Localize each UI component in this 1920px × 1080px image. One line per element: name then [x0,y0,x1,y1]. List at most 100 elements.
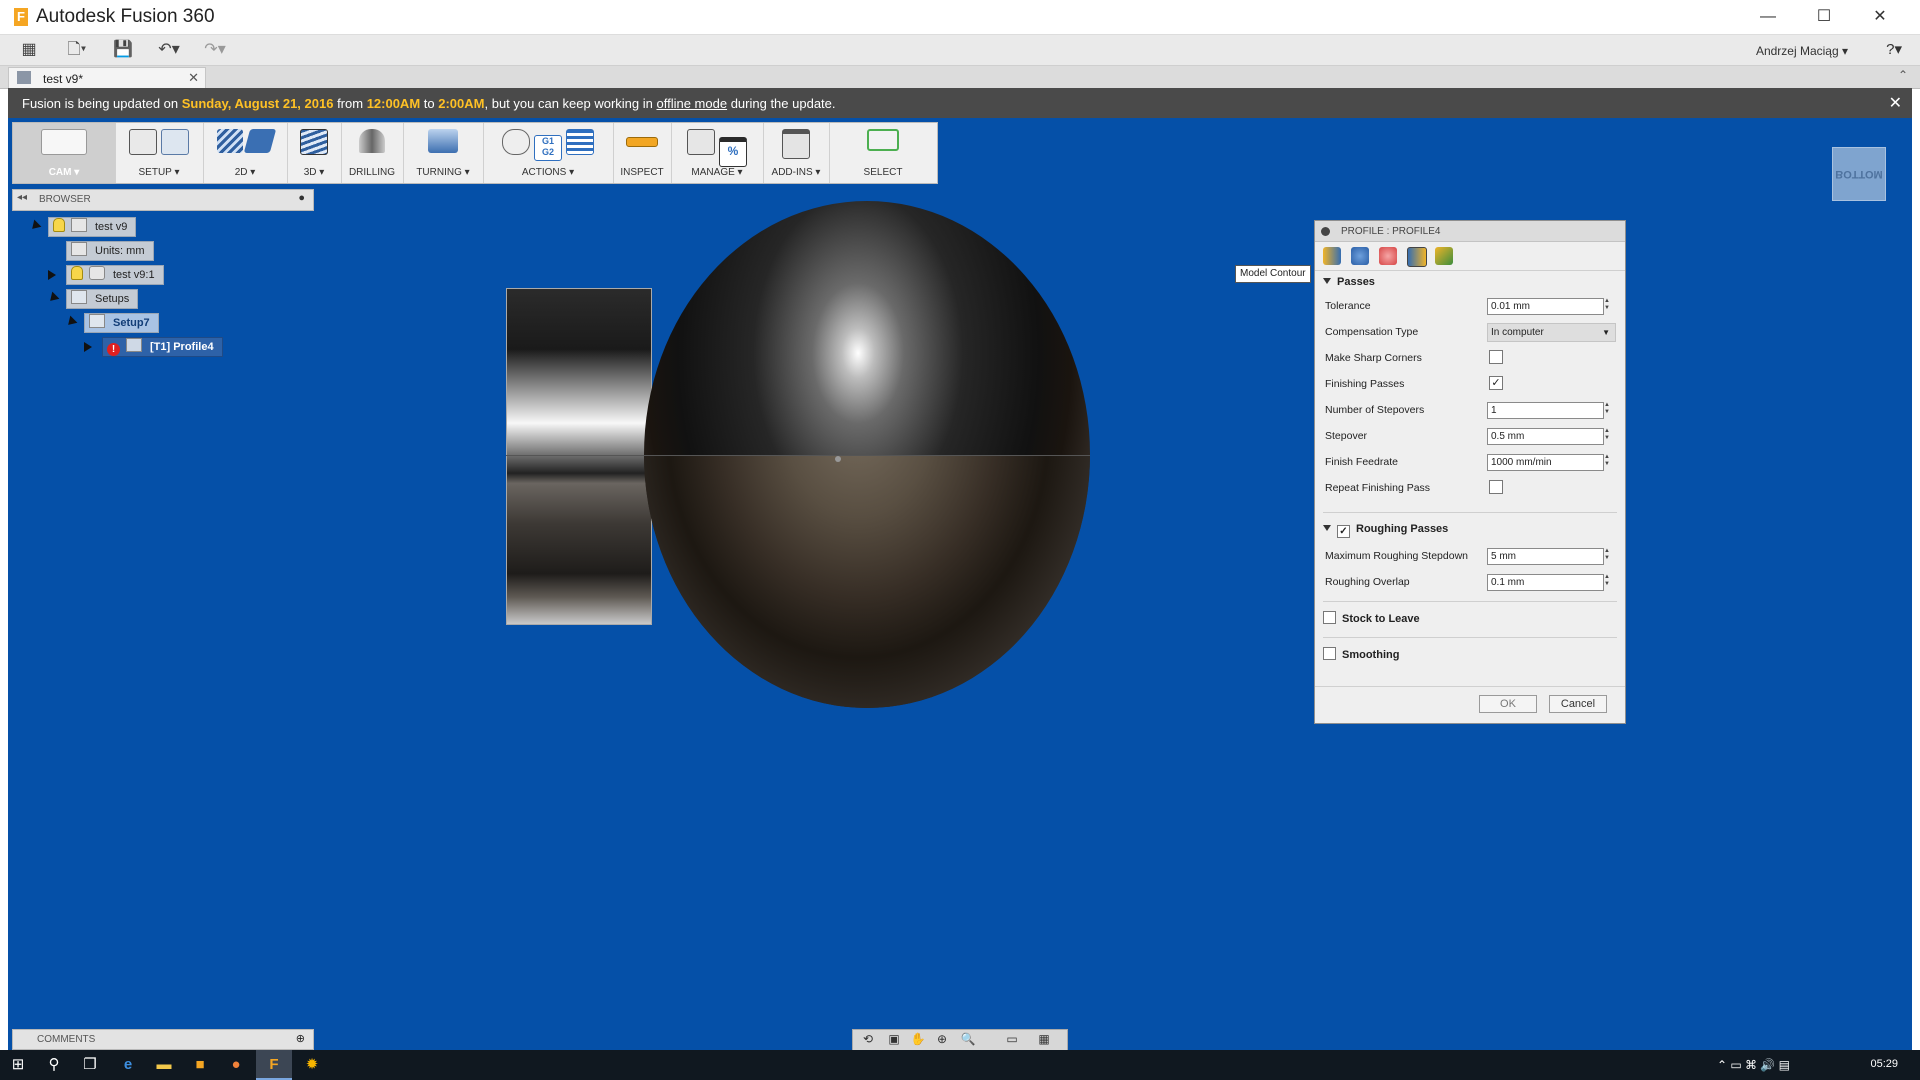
redo-icon[interactable]: ↷▾ [198,39,232,61]
expand-operation-icon[interactable] [84,342,92,352]
roughing-passes-checkbox[interactable]: ✓ [1337,525,1350,538]
roughing-overlap-spinner[interactable]: ▲ ▼ [1603,574,1611,589]
number-of-stepovers-spinner[interactable]: ▲ ▼ [1603,402,1611,417]
ok-button[interactable]: OK [1479,695,1537,713]
toolbar-group-actions[interactable]: G1 G2 ACTIONS ▾ [483,123,614,183]
toolbar-group-select[interactable]: SELECT [829,123,937,183]
tab-tool-icon[interactable] [1323,247,1341,265]
stepover-spinner[interactable]: ▲ ▼ [1603,428,1611,443]
dialog-title: PROFILE : PROFILE4 [1341,226,1441,237]
tolerance-input[interactable]: 0.01 mm [1487,298,1604,315]
toolbar-label-add-ins: ADD-INS ▾ [771,167,821,178]
visibility-bulb-icon[interactable] [53,218,65,232]
notice-date: Sunday, August 21, 2016 [181,96,334,111]
maximize-button[interactable]: ☐ [1796,0,1852,34]
component-icon [89,266,105,280]
toolbar-group-inspect[interactable]: INSPECT [613,123,672,183]
fusion-taskbar-icon[interactable]: F [256,1050,292,1080]
minimize-button[interactable]: — [1740,0,1796,34]
display-settings-icon[interactable]: ▭ [1003,1032,1021,1047]
add-comment-icon[interactable]: ⊕ [296,1032,305,1045]
zoom-icon[interactable]: ⊕ [933,1032,951,1047]
max-roughing-stepdown-input[interactable]: 5 mm [1487,548,1604,565]
chevron-down-icon: ▼ [1602,328,1610,337]
passes-section-header[interactable]: Passes [1323,276,1375,288]
smoothing-checkbox[interactable] [1323,647,1336,660]
finishing-passes-checkbox[interactable]: ✓ [1489,376,1503,390]
tab-passes-icon[interactable] [1407,247,1427,267]
file-menu-icon[interactable]: 🗋▾ [62,39,92,61]
start-button[interactable]: ⊞ [0,1050,36,1080]
toolbar-group-3d[interactable]: 3D ▾ [287,123,342,183]
edge-browser-icon[interactable]: e [110,1050,146,1080]
grid-settings-icon[interactable]: ▦ [1035,1032,1053,1047]
collapse-roughing-icon[interactable] [1323,525,1331,531]
file-explorer-icon[interactable]: ▬ [146,1050,182,1080]
browser-options-icon[interactable]: ● [298,192,305,204]
orbit-icon[interactable]: ⟲ [859,1032,877,1047]
toolbar-group-drilling[interactable]: DRILLING [341,123,404,183]
cancel-button[interactable]: Cancel [1549,695,1607,713]
profile-dialog: PROFILE : PROFILE4 Passes Tolerance 0.01… [1314,220,1626,724]
toolbar-group-setup[interactable]: SETUP ▾ [115,123,204,183]
stock-to-leave-checkbox[interactable] [1323,611,1336,624]
model-cylinder-shaft[interactable] [506,288,652,625]
tab-linking-icon[interactable] [1435,247,1453,265]
3d-adaptive-icon [300,129,328,155]
workspace-switcher[interactable]: CAM ▾ [13,123,116,183]
save-icon[interactable]: 💾 [112,39,134,61]
user-account-menu[interactable]: Andrzej Maciąg ▾ [1756,44,1848,58]
navigation-bar: ⟲ ▣ ✋ ⊕ 🔍 ▭ ▦ [852,1029,1068,1051]
help-icon[interactable]: ?▾ [1886,40,1902,58]
stock-to-leave-section-header[interactable]: Stock to Leave [1323,611,1420,625]
toolbar-group-turning[interactable]: TURNING ▾ [403,123,484,183]
smoothing-section-header[interactable]: Smoothing [1323,647,1399,661]
pan-hand-icon[interactable]: ✋ [909,1032,927,1047]
undo-icon[interactable]: ↶▾ [152,39,186,61]
firefox-icon[interactable]: ● [218,1050,254,1080]
close-tab-icon[interactable]: ✕ [188,70,199,86]
roughing-passes-section-header[interactable]: ✓ Roughing Passes [1323,523,1448,538]
tab-geometry-icon[interactable] [1351,247,1369,265]
tab-heights-icon[interactable] [1379,247,1397,265]
search-icon[interactable]: ⚲ [36,1050,72,1080]
app-sun-icon[interactable]: ✹ [294,1050,330,1080]
roughing-overlap-input[interactable]: 0.1 mm [1487,574,1604,591]
dialog-collapse-icon[interactable] [1321,227,1330,236]
look-at-icon[interactable]: ▣ [885,1032,903,1047]
document-tab[interactable]: test v9* ✕ [8,67,206,89]
comments-panel-header[interactable]: COMMENTS ⊕ [12,1029,314,1050]
stock-to-leave-heading: Stock to Leave [1342,613,1420,625]
repeat-finishing-pass-checkbox[interactable] [1489,480,1503,494]
dialog-title-bar[interactable]: PROFILE : PROFILE4 [1315,221,1625,242]
taskbar-clock[interactable]: 05:29 [1870,1058,1898,1070]
collapse-tabs-icon[interactable]: ⌃ [1898,68,1908,82]
media-app-icon[interactable]: ■ [182,1050,218,1080]
collapse-browser-icon[interactable]: ◂◂ [17,192,27,203]
fusion-logo-icon: F [14,8,28,26]
max-roughing-stepdown-spinner[interactable]: ▲ ▼ [1603,548,1611,563]
update-notification-banner: Fusion is being updated on Sunday, Augus… [8,88,1912,118]
toolbar-group-add-ins[interactable]: ADD-INS ▾ [763,123,830,183]
task-view-icon[interactable]: ❐ [72,1050,108,1080]
tolerance-spinner[interactable]: ▲ ▼ [1603,298,1611,313]
post-library-icon: % [719,137,747,167]
toolbar-group-2d[interactable]: 2D ▾ [203,123,288,183]
stepover-input[interactable]: 0.5 mm [1487,428,1604,445]
visibility-bulb-icon[interactable] [71,266,83,280]
make-sharp-corners-checkbox[interactable] [1489,350,1503,364]
view-cube[interactable]: BOTTOM [1832,147,1886,201]
fit-icon[interactable]: 🔍 [959,1032,977,1047]
number-of-stepovers-input[interactable]: 1 [1487,402,1604,419]
close-notification-icon[interactable]: ✕ [1889,93,1902,113]
compensation-type-select[interactable]: In computer ▼ [1487,323,1616,342]
close-window-button[interactable]: ✕ [1852,0,1908,34]
expand-component-icon[interactable] [48,270,56,280]
toolbar-group-manage[interactable]: % MANAGE ▾ [671,123,764,183]
offline-mode-link[interactable]: offline mode [656,96,727,111]
finish-feedrate-input[interactable]: 1000 mm/min [1487,454,1604,471]
collapse-passes-icon[interactable] [1323,278,1331,284]
finish-feedrate-spinner[interactable]: ▲ ▼ [1603,454,1611,469]
data-panel-grid-icon[interactable]: ▦ [18,39,40,61]
tray-icons[interactable]: ⌃ ▭ ⌘ 🔊 ▤ [1717,1058,1790,1072]
